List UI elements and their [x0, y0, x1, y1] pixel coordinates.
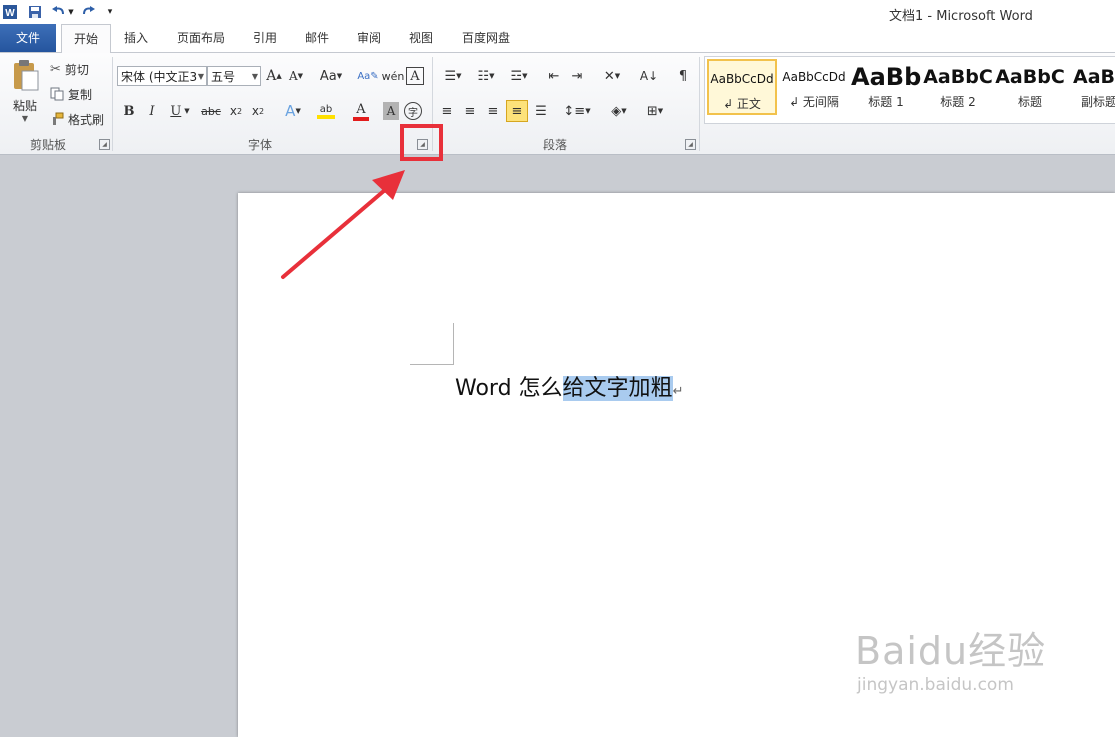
highlight-box	[400, 124, 443, 161]
watermark-logo: Baidu经验	[855, 629, 1047, 673]
baidu-watermark: Baidu经验 jingyan.baidu.com	[855, 620, 1046, 695]
watermark-url: jingyan.baidu.com	[857, 675, 1014, 695]
